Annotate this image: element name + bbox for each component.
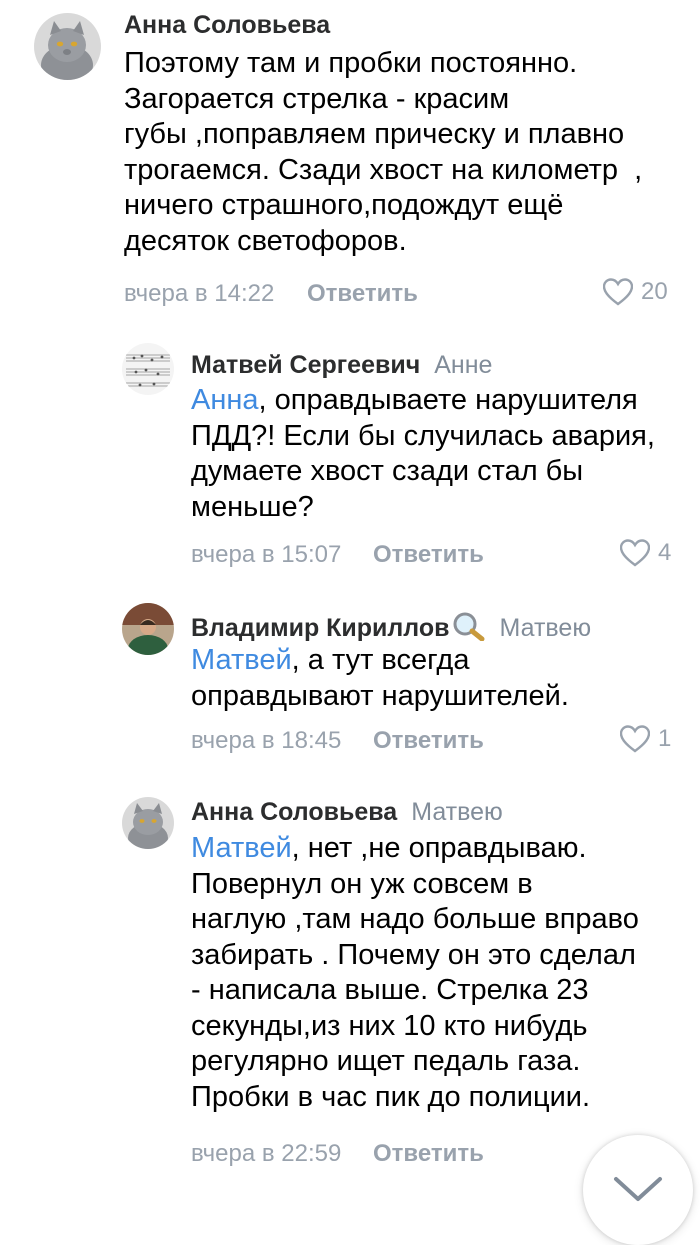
reply-button[interactable]: Ответить xyxy=(373,727,484,755)
text-line: - написала выше. Стрелка 23 xyxy=(191,974,589,1006)
text-line: секунды,из них 10 кто нибудь xyxy=(191,1009,588,1042)
reply-button[interactable]: Ответить xyxy=(373,541,484,569)
comment-reply: Владимир Кириллов Матвею Матвей, а тут в… xyxy=(0,590,700,770)
text-line: Матвей, нет ,не оправдываю. xyxy=(191,831,691,867)
avatar[interactable] xyxy=(122,797,174,849)
comment-text: Поэтому там и пробки постоянно. Загорает… xyxy=(124,46,684,259)
scroll-down-button[interactable] xyxy=(583,1135,693,1245)
author-name[interactable]: Анна Соловьева xyxy=(124,11,330,39)
text-line: регулярно ищет педаль газа. xyxy=(191,1045,581,1077)
text-line: думаете хвост сзади стал бы xyxy=(191,455,584,487)
like-count: 4 xyxy=(658,539,672,566)
text-line: Повернул он уж совсем в xyxy=(191,867,533,900)
text-fragment: , а тут всегда xyxy=(291,644,470,676)
comment-text: Анна, оправдываете нарушителя ПДД?! Если… xyxy=(191,383,691,525)
mention-link[interactable]: Матвей xyxy=(191,644,292,676)
comment-author[interactable]: Анна Соловьева xyxy=(124,11,330,40)
text-line: наглую ,там надо больше вправо xyxy=(191,903,639,935)
text-fragment: , оправдываете нарушителя xyxy=(258,384,638,416)
text-line: ничего страшного,подождут ещё xyxy=(124,189,564,221)
comment-author[interactable]: Анна Соловьева Матвею xyxy=(191,798,503,827)
like-button[interactable]: 20 xyxy=(603,278,668,306)
comment: Анна Соловьева Поэтому там и пробки пост… xyxy=(0,0,700,320)
author-name[interactable]: Владимир Кириллов xyxy=(191,614,450,642)
text-line: Поэтому там и пробки постоянно. xyxy=(124,47,578,79)
comment-timestamp: вчера в 14:22 xyxy=(124,280,275,307)
heart-outline-icon xyxy=(620,725,650,753)
text-line: трогаемся. Сзади хвост на километр , xyxy=(124,153,643,186)
text-line: оправдывают нарушителей. xyxy=(191,679,569,712)
cat-avatar-image xyxy=(122,797,174,849)
reply-addressee[interactable]: Матвею xyxy=(411,798,503,826)
comment-author[interactable]: Матвей Сергеевич Анне xyxy=(191,351,492,380)
reply-addressee[interactable]: Анне xyxy=(434,351,492,379)
reply-button[interactable]: Ответить xyxy=(373,1140,484,1168)
reply-button[interactable]: Ответить xyxy=(307,280,418,308)
avatar[interactable] xyxy=(122,603,174,655)
cat-avatar-image xyxy=(34,13,101,80)
author-name[interactable]: Анна Соловьева xyxy=(191,798,397,826)
author-name[interactable]: Матвей Сергеевич xyxy=(191,351,420,379)
comment-text: Матвей, а тут всегда оправдывают нарушит… xyxy=(191,643,691,714)
heart-outline-icon xyxy=(620,539,650,567)
like-button[interactable]: 1 xyxy=(620,725,671,753)
comment-author[interactable]: Владимир Кириллов Матвею xyxy=(191,611,591,643)
magnifier-icon xyxy=(453,612,484,642)
sheet-music-avatar-image xyxy=(122,343,174,395)
avatar[interactable] xyxy=(122,343,174,395)
comment-text: Матвей, нет ,не оправдываю. Повернул он … xyxy=(191,831,691,1115)
comment-timestamp: вчера в 22:59 xyxy=(191,1140,342,1167)
text-line: Анна, оправдываете нарушителя xyxy=(191,383,691,419)
like-count: 1 xyxy=(658,725,672,752)
text-line: меньше? xyxy=(191,490,314,523)
reply-addressee[interactable]: Матвею xyxy=(500,614,592,642)
comment-timestamp: вчера в 18:45 xyxy=(191,727,342,754)
comment-reply: Матвей Сергеевич Анне Анна, оправдываете … xyxy=(0,330,700,580)
person-avatar-image xyxy=(122,603,174,655)
avatar[interactable] xyxy=(34,13,101,80)
heart-outline-icon xyxy=(603,278,633,306)
text-line: губы ,поправляем прическу и плавно xyxy=(124,118,625,150)
text-line: Загорается стрелка - красим xyxy=(124,82,510,115)
like-count: 20 xyxy=(641,278,668,305)
comment-timestamp: вчера в 15:07 xyxy=(191,541,342,568)
text-line: забирать . Почему он это сделал xyxy=(191,938,636,971)
text-line: ПДД?! Если бы случилась авария, xyxy=(191,419,655,452)
text-fragment: , нет ,не оправдываю. xyxy=(291,832,587,864)
text-line: Матвей, а тут всегда xyxy=(191,643,691,679)
mention-link[interactable]: Матвей xyxy=(191,832,292,864)
text-line: десяток светофоров. xyxy=(124,224,407,257)
text-line: Пробки в час пик до полиции. xyxy=(191,1080,591,1113)
comment-reply: Анна Соловьева Матвею Матвей, нет ,не опр… xyxy=(0,776,700,1195)
like-button[interactable]: 4 xyxy=(620,539,671,567)
mention-link[interactable]: Анна xyxy=(191,384,259,416)
chevron-down-icon xyxy=(614,1177,662,1201)
